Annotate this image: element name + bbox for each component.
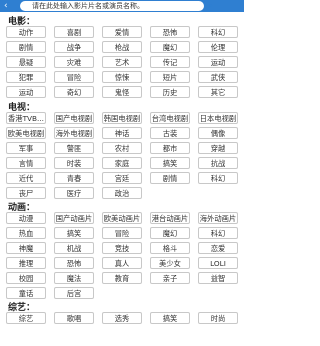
tag[interactable]: 热血 xyxy=(6,227,46,239)
tag[interactable]: 剧情 xyxy=(6,41,46,53)
tag[interactable]: 校园 xyxy=(6,272,46,284)
tag[interactable]: 政治 xyxy=(102,187,142,199)
back-icon[interactable]: ‹ xyxy=(4,1,14,11)
tag[interactable]: 选秀 xyxy=(102,312,142,324)
tag[interactable]: 传记 xyxy=(150,56,190,68)
category-list: 电影： 动作 喜剧 爱情 恐怖 科幻 剧情 战争 枪战 魔幻 伦理 悬疑 灾难 … xyxy=(0,12,244,346)
tag[interactable]: 抗战 xyxy=(198,157,238,169)
tag[interactable]: 冒险 xyxy=(102,227,142,239)
tag[interactable]: 港台动画片 xyxy=(150,212,190,224)
tag[interactable]: 国产电视剧 xyxy=(54,112,94,124)
tag[interactable]: 爱情 xyxy=(102,26,142,38)
tag[interactable]: 宫廷 xyxy=(102,172,142,184)
tag[interactable]: 国产动画片 xyxy=(54,212,94,224)
tag[interactable]: 剧情 xyxy=(150,172,190,184)
tag[interactable]: 伦理 xyxy=(198,41,238,53)
tag[interactable]: 战争 xyxy=(54,41,94,53)
tag[interactable]: 魔幻 xyxy=(150,41,190,53)
tag[interactable]: 偶像 xyxy=(198,127,238,139)
tag[interactable]: 青春 xyxy=(54,172,94,184)
tag[interactable]: 悬疑 xyxy=(6,56,46,68)
tag[interactable]: 灾难 xyxy=(54,56,94,68)
tag[interactable]: 香港TVB... xyxy=(6,112,46,124)
tag[interactable]: 家庭 xyxy=(102,157,142,169)
tag[interactable]: 动漫 xyxy=(6,212,46,224)
tag[interactable]: 恋爱 xyxy=(198,242,238,254)
tag[interactable]: 欧美动画片 xyxy=(102,212,142,224)
tag[interactable]: 欧美电视剧 xyxy=(6,127,46,139)
tag[interactable]: 海外电视剧 xyxy=(54,127,94,139)
tag[interactable]: 恐怖 xyxy=(54,257,94,269)
tag[interactable]: 搞笑 xyxy=(150,157,190,169)
tag[interactable]: 鬼怪 xyxy=(102,86,142,98)
tag[interactable]: 枪战 xyxy=(102,41,142,53)
tag[interactable]: 运动 xyxy=(198,56,238,68)
search-input[interactable]: 请在此处输入影片片名或演员名称。 xyxy=(20,1,204,11)
tag[interactable]: 综艺 xyxy=(6,312,46,324)
tag[interactable]: 歌唱 xyxy=(54,312,94,324)
tag[interactable]: 奇幻 xyxy=(54,86,94,98)
tag[interactable]: 神魔 xyxy=(6,242,46,254)
tag[interactable]: 近代 xyxy=(6,172,46,184)
tag[interactable]: 科幻 xyxy=(198,26,238,38)
tag[interactable]: 武侠 xyxy=(198,71,238,83)
tag[interactable]: 格斗 xyxy=(150,242,190,254)
tag[interactable]: 益智 xyxy=(198,272,238,284)
tag[interactable]: 动作 xyxy=(6,26,46,38)
tag[interactable]: 喜剧 xyxy=(54,26,94,38)
tag[interactable]: LOLI xyxy=(198,257,238,269)
search-icon[interactable]: ⌕ xyxy=(208,1,218,11)
tag[interactable]: 神话 xyxy=(102,127,142,139)
top-search-bar: ‹ 请在此处输入影片片名或演员名称。 ⌕ xyxy=(0,0,244,12)
tag[interactable]: 惊悚 xyxy=(102,71,142,83)
tag[interactable]: 海外动画片 xyxy=(198,212,238,224)
tag[interactable]: 医疗 xyxy=(54,187,94,199)
tag[interactable]: 言情 xyxy=(6,157,46,169)
tag[interactable]: 推理 xyxy=(6,257,46,269)
tag[interactable]: 丧尸 xyxy=(6,187,46,199)
tag[interactable]: 亲子 xyxy=(150,272,190,284)
tag[interactable]: 日本电视剧 xyxy=(198,112,238,124)
tag[interactable]: 短片 xyxy=(150,71,190,83)
tag[interactable]: 机战 xyxy=(54,242,94,254)
tag[interactable]: 都市 xyxy=(150,142,190,154)
tag[interactable]: 警匪 xyxy=(54,142,94,154)
tag[interactable]: 时尚 xyxy=(198,312,238,324)
tag[interactable]: 科幻 xyxy=(198,227,238,239)
tag[interactable]: 其它 xyxy=(198,86,238,98)
tag[interactable]: 童话 xyxy=(6,287,46,299)
tag[interactable]: 犯罪 xyxy=(6,71,46,83)
tag[interactable]: 科幻 xyxy=(198,172,238,184)
tag[interactable]: 恐怖 xyxy=(150,26,190,38)
tag[interactable]: 时装 xyxy=(54,157,94,169)
tag[interactable]: 教育 xyxy=(102,272,142,284)
tag[interactable]: 搞笑 xyxy=(150,312,190,324)
tag[interactable]: 美少女 xyxy=(150,257,190,269)
tag[interactable]: 魔幻 xyxy=(150,227,190,239)
tag[interactable]: 韩国电视剧 xyxy=(102,112,142,124)
tag[interactable]: 历史 xyxy=(150,86,190,98)
tag[interactable]: 后宫 xyxy=(54,287,94,299)
tag[interactable]: 真人 xyxy=(102,257,142,269)
tag[interactable]: 军事 xyxy=(6,142,46,154)
tag[interactable]: 农村 xyxy=(102,142,142,154)
tag[interactable]: 魔法 xyxy=(54,272,94,284)
tag[interactable]: 竞技 xyxy=(102,242,142,254)
tag[interactable]: 运动 xyxy=(6,86,46,98)
tag[interactable]: 穿越 xyxy=(198,142,238,154)
tag[interactable]: 台湾电视剧 xyxy=(150,112,190,124)
tag[interactable]: 古装 xyxy=(150,127,190,139)
tag[interactable]: 搞笑 xyxy=(54,227,94,239)
tag[interactable]: 冒险 xyxy=(54,71,94,83)
tag[interactable]: 艺术 xyxy=(102,56,142,68)
